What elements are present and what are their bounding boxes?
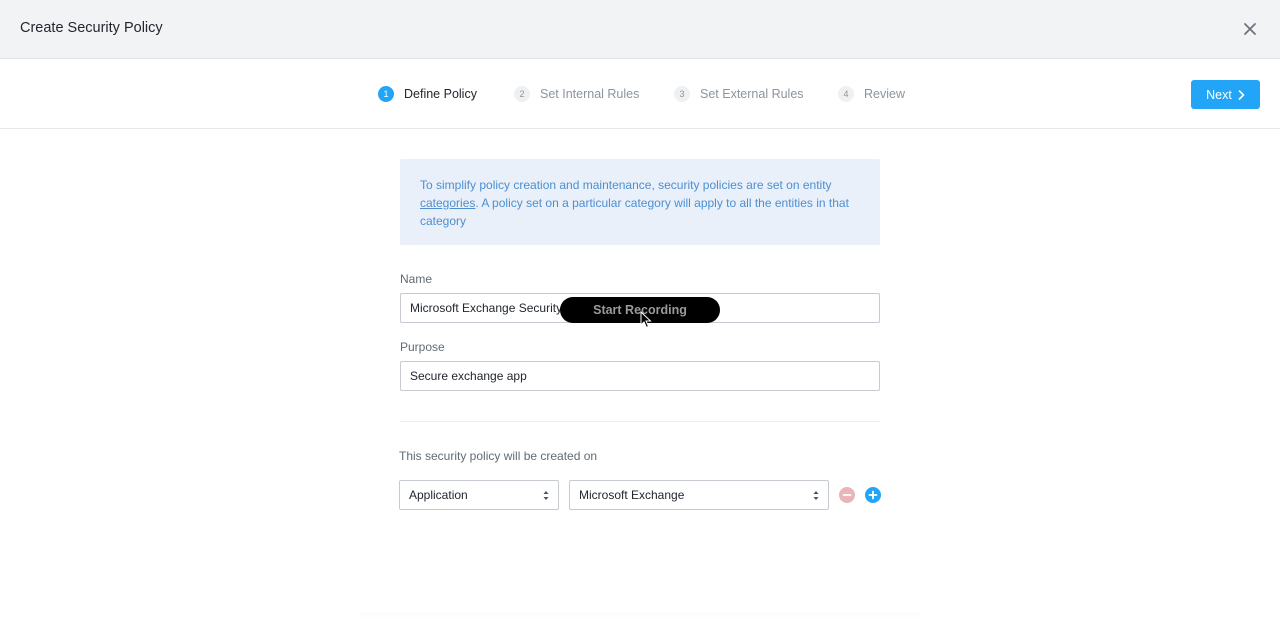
- step-review[interactable]: 4 Review: [838, 86, 905, 102]
- footer-shadow: [360, 612, 920, 620]
- step-set-external-rules[interactable]: 3 Set External Rules: [674, 86, 804, 102]
- step-label: Set External Rules: [700, 87, 804, 101]
- step-number: 4: [838, 86, 854, 102]
- remove-category-button[interactable]: [839, 487, 855, 503]
- step-label: Define Policy: [404, 87, 477, 101]
- step-define-policy[interactable]: 1 Define Policy: [378, 86, 477, 102]
- category-value-text: Microsoft Exchange: [579, 488, 685, 502]
- category-key-select[interactable]: Application: [399, 480, 559, 510]
- next-button[interactable]: Next: [1191, 80, 1260, 109]
- step-set-internal-rules[interactable]: 2 Set Internal Rules: [514, 86, 639, 102]
- modal-header: Create Security Policy: [0, 0, 1280, 59]
- purpose-label: Purpose: [400, 340, 445, 354]
- chevron-right-icon: [1238, 89, 1245, 100]
- next-button-label: Next: [1206, 87, 1232, 102]
- add-category-button[interactable]: [865, 487, 881, 503]
- purpose-input[interactable]: [400, 361, 880, 391]
- close-icon: [1244, 23, 1256, 35]
- close-button[interactable]: [1240, 19, 1260, 39]
- info-text-before: To simplify policy creation and maintena…: [420, 178, 832, 192]
- category-key-value: Application: [409, 488, 468, 502]
- sort-arrows-icon: [543, 491, 549, 500]
- step-number: 3: [674, 86, 690, 102]
- step-number: 1: [378, 86, 394, 102]
- step-number: 2: [514, 86, 530, 102]
- category-value-select[interactable]: Microsoft Exchange: [569, 480, 829, 510]
- start-recording-button[interactable]: Start Recording: [560, 297, 720, 323]
- modal-title: Create Security Policy: [20, 20, 163, 36]
- section-divider: [400, 421, 880, 422]
- name-label: Name: [400, 272, 433, 286]
- categories-link[interactable]: categories: [420, 196, 475, 210]
- info-text-after: . A policy set on a particular category …: [420, 196, 849, 228]
- wizard-steps: 1 Define Policy 2 Set Internal Rules 3 S…: [0, 59, 1280, 129]
- plus-icon: [868, 490, 878, 500]
- info-banner: To simplify policy creation and maintena…: [400, 159, 880, 245]
- sort-arrows-icon: [813, 491, 819, 500]
- created-on-label: This security policy will be created on: [399, 449, 598, 463]
- step-label: Review: [864, 87, 905, 101]
- minus-icon: [842, 494, 852, 496]
- step-label: Set Internal Rules: [540, 87, 640, 101]
